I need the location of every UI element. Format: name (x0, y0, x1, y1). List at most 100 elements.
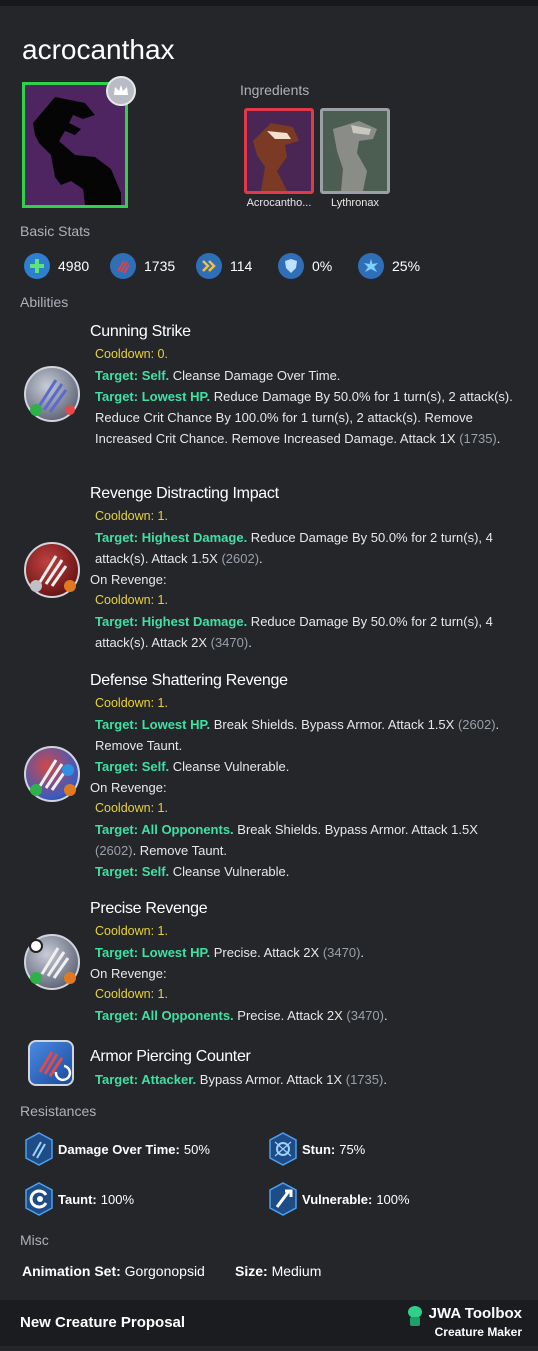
stat-health-value: 4980 (58, 258, 90, 274)
precise-revenge-icon[interactable] (24, 934, 80, 990)
damage-value: (2602) (457, 717, 496, 732)
resistance-value: 50% (183, 1141, 210, 1157)
effect-text-end: . (383, 1008, 388, 1023)
target-label: Target: Lowest HP. (95, 389, 211, 404)
ingredient-name-1: Acrocantho... (246, 197, 312, 209)
health-icon (24, 253, 50, 279)
resistance-label: Damage Over Time: (58, 1141, 180, 1157)
stat-health: 4980 (24, 252, 89, 280)
revenge-cooldown: Cooldown: 1. (95, 987, 168, 1001)
ingredient-card-acrocanthosaurus[interactable] (244, 108, 314, 194)
footer-title: New Creature Proposal (20, 1314, 186, 1331)
ingredient-card-lythronax[interactable] (320, 108, 390, 194)
effect-text: Bypass Armor. Attack 1X (196, 1072, 346, 1087)
size: Size: Medium (235, 1263, 321, 1279)
speed-icon (196, 253, 222, 279)
effect-text-end: . (496, 431, 501, 446)
creature-name: acrocanthax (22, 34, 175, 65)
target-label: Target: All Opponents. (95, 822, 234, 837)
basic-stats-label: Basic Stats (20, 223, 91, 239)
effect-text: Cleanse Vulnerable. (169, 864, 290, 879)
revenge-cooldown: Cooldown: 1. (95, 801, 168, 815)
stat-armor-value: 0% (312, 258, 333, 274)
size-label: Size: (235, 1263, 268, 1279)
resistance-label: Stun: (302, 1141, 336, 1157)
ability-cooldown: Cooldown: 0. (95, 347, 168, 361)
armor-icon (278, 253, 304, 279)
crit-icon (358, 253, 384, 279)
cunning-strike-icon[interactable] (24, 366, 80, 422)
brand-sub: Creature Maker (434, 1325, 522, 1339)
revenge-distracting-impact-icon[interactable] (24, 542, 80, 598)
stat-speed: 114 (196, 252, 252, 280)
ability-name: Defense Shattering Revenge (90, 672, 288, 689)
brand-name: JWA Toolbox (428, 1305, 522, 1322)
effect-text-end: . (383, 1072, 387, 1087)
damage-value: (1735) (345, 1072, 384, 1087)
misc-label: Misc (20, 1232, 49, 1248)
resistance-taunt: Taunt: 100% (24, 1182, 134, 1216)
damage-value: (3470) (346, 1008, 384, 1023)
ability-armor-piercing-counter: Armor Piercing Counter Target: Attacker.… (90, 1045, 522, 1090)
ability-cunning-strike: Cunning Strike Cooldown: 0. Target: Self… (90, 320, 522, 449)
animation-set: Animation Set: Gorgonopsid (22, 1263, 205, 1279)
damage-icon (110, 253, 136, 279)
top-bar (0, 0, 538, 6)
abilities-label: Abilities (20, 294, 69, 310)
effect-text-end: . Remove Taunt. (132, 843, 227, 858)
effect-text: Break Shields. Bypass Armor. Attack 1.5X (210, 717, 458, 732)
ability-name: Cunning Strike (90, 323, 191, 340)
on-revenge-label: On Revenge: (90, 572, 167, 587)
stat-damage: 1735 (110, 252, 175, 280)
effect-text-end: . (360, 945, 365, 960)
armor-piercing-counter-icon[interactable] (28, 1040, 74, 1086)
target-label: Target: Highest Damage. (95, 530, 248, 545)
stat-armor: 0% (278, 252, 332, 280)
ingredient-name-2: Lythronax (331, 197, 379, 209)
ability-cooldown: Cooldown: 1. (95, 509, 168, 523)
target-label: Target: Lowest HP. (95, 945, 211, 960)
ability-name: Precise Revenge (90, 900, 208, 917)
resistance-stun: Stun: 75% (268, 1132, 365, 1166)
on-revenge-label: On Revenge: (90, 966, 167, 981)
taunt-icon (25, 1182, 53, 1216)
resistance-value: 100% (376, 1191, 410, 1207)
resistance-value: 75% (339, 1141, 366, 1157)
damage-over-time-icon (25, 1132, 53, 1166)
resistances-label: Resistances (20, 1103, 97, 1119)
footer-brand[interactable]: JWA Toolbox Creature Maker (429, 1305, 522, 1339)
ability-name: Revenge Distracting Impact (90, 485, 279, 502)
ability-name: Armor Piercing Counter (90, 1048, 251, 1065)
animation-set-value: Gorgonopsid (120, 1263, 205, 1279)
stat-crit: 25% (358, 252, 420, 280)
damage-value: (2602) (95, 843, 133, 858)
target-label: Target: Lowest HP. (95, 717, 211, 732)
resistance-value: 100% (100, 1191, 134, 1207)
target-label: Target: Self. (95, 759, 170, 774)
size-value: Medium (267, 1263, 322, 1279)
resistance-label: Taunt: (58, 1191, 97, 1207)
stat-speed-value: 114 (230, 258, 253, 274)
effect-text-end: . (259, 551, 263, 566)
effect-text: Cleanse Damage Over Time. (169, 368, 341, 383)
target-label: Target: Self. (95, 864, 170, 879)
footer: New Creature Proposal JWA Toolbox Creatu… (0, 1300, 538, 1346)
ability-revenge-distracting-impact: Revenge Distracting Impact Cooldown: 1. … (90, 482, 522, 653)
effect-text-end: . (248, 635, 252, 650)
defense-shattering-revenge-icon[interactable] (24, 746, 80, 802)
target-label: Target: All Opponents. (95, 1008, 234, 1023)
target-label: Target: Attacker. (95, 1072, 197, 1087)
ability-cooldown: Cooldown: 1. (95, 696, 168, 710)
damage-value: (1735) (459, 431, 497, 446)
crown-icon (106, 76, 136, 106)
effect-text: Break Shields. Bypass Armor. Attack 1.5X (233, 822, 478, 837)
damage-value: (3470) (210, 635, 249, 650)
on-revenge-label: On Revenge: (90, 780, 167, 795)
target-label: Target: Highest Damage. (95, 614, 248, 629)
revenge-cooldown: Cooldown: 1. (95, 593, 168, 607)
jwa-toolbox-logo-icon (408, 1306, 422, 1326)
animation-set-label: Animation Set: (22, 1263, 121, 1279)
target-label: Target: Self. (95, 368, 170, 383)
resistance-damage-over-time: Damage Over Time: 50% (24, 1132, 210, 1166)
ingredients-label: Ingredients (240, 82, 310, 98)
